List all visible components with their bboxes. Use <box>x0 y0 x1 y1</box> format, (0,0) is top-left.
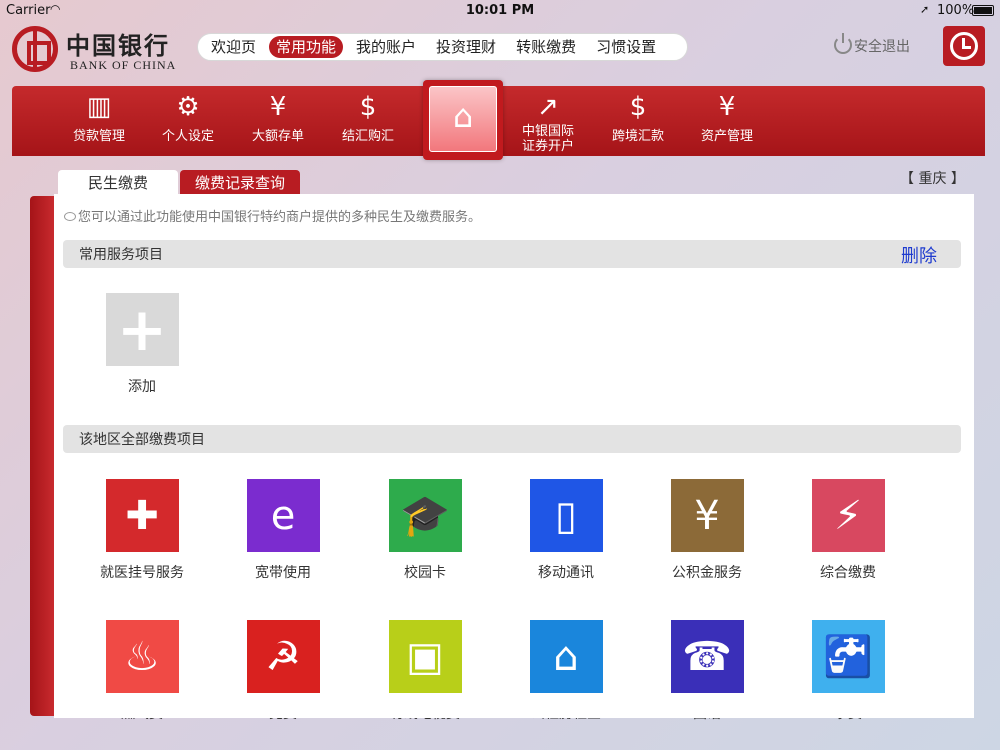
func-large-deposit[interactable]: ¥ 大额存单 <box>238 86 318 156</box>
speech-bubble-icon <box>64 212 76 221</box>
logout-label: 安全退出 <box>854 39 910 55</box>
exchange-icon: $ <box>359 92 377 122</box>
document-yen-icon: ¥ <box>718 92 736 122</box>
nav-common-functions[interactable]: 常用功能 <box>269 36 344 58</box>
selected-highlight: ⌂ <box>429 86 497 152</box>
hammer-sickle-icon: ☭ <box>246 620 320 693</box>
boc-emblem-icon <box>12 26 58 72</box>
top-nav: 欢迎页 常用功能 我的账户 投资理财 转账缴费 习惯设置 <box>197 33 688 61</box>
status-time: 10:01 PM <box>465 3 535 18</box>
tile-label: 宽带使用 <box>255 565 311 581</box>
notice-text: 您可以通过此功能使用中国银行特约商户提供的多种民生及缴费服务。 <box>64 206 481 225</box>
status-bar: Carrier ◠ 10:01 PM ➚ 100% <box>0 0 1000 22</box>
func-living-payment[interactable]: ⌂ <box>423 80 503 160</box>
service-tile-utilities[interactable]: ⚡ 综合缴费 <box>778 479 918 582</box>
loan-icon: ▥ <box>86 92 112 122</box>
func-cross-border-remittance[interactable]: $ 跨境汇款 <box>598 86 678 156</box>
func-label: 个人设定 <box>161 129 214 144</box>
tab-living-payment[interactable]: 民生缴费 <box>58 170 178 196</box>
battery-percent: 100% <box>937 3 975 18</box>
globe-dollar-icon: $ <box>629 92 647 122</box>
water-tap-icon: 🚰 <box>811 620 885 693</box>
func-label: 贷款管理 <box>72 129 125 144</box>
nav-preferences[interactable]: 习惯设置 <box>589 36 663 58</box>
battery-icon <box>972 5 994 16</box>
nav-investment[interactable]: 投资理财 <box>429 36 503 58</box>
service-tile-broadband[interactable]: e 宽带使用 <box>213 479 353 582</box>
service-tile-mobile[interactable]: ▯ 移动通讯 <box>496 479 636 582</box>
all-services-header: 该地区全部缴费项目 <box>63 425 961 453</box>
add-service-tile[interactable]: + 添加 <box>72 293 212 396</box>
flame-icon: ♨ <box>105 620 179 693</box>
notice-label: 您可以通过此功能使用中国银行特约商户提供的多种民生及缴费服务。 <box>78 210 482 225</box>
city-selector[interactable]: 【 重庆 】 <box>900 168 965 188</box>
nav-my-account[interactable]: 我的账户 <box>349 36 423 58</box>
clock-icon <box>950 32 978 60</box>
service-tile-hospital[interactable]: ✚ 就医挂号服务 <box>72 479 212 582</box>
service-tile-housing-fund[interactable]: ¥ 公积金服务 <box>637 479 777 582</box>
plus-icon: + <box>105 293 179 366</box>
public-housing-icon: ⌂ <box>529 620 603 693</box>
hospital-icon: ✚ <box>105 479 179 552</box>
nav-welcome[interactable]: 欢迎页 <box>204 36 263 58</box>
tile-label: 添加 <box>128 379 156 395</box>
tab-payment-records[interactable]: 缴费记录查询 <box>180 170 300 196</box>
func-boci-securities[interactable]: ↗ 中银国际 证券开户 <box>508 86 588 156</box>
func-label: 跨境汇款 <box>611 129 664 144</box>
func-fx-exchange[interactable]: $ 结汇购汇 <box>328 86 408 156</box>
tile-label: 校园卡 <box>404 565 446 581</box>
bank-logo: 中国银行 BANK OF CHINA <box>12 26 182 74</box>
utilities-icon: ⚡ <box>811 479 885 552</box>
telephone-icon: ☎ <box>670 620 744 693</box>
func-label: 中银国际 证券开户 <box>521 124 574 154</box>
delete-button[interactable]: 删除 <box>901 242 937 268</box>
scroll-clip <box>54 702 974 718</box>
section-title: 该地区全部缴费项目 <box>79 432 205 448</box>
tv-icon: ▣ <box>388 620 462 693</box>
tile-label: 就医挂号服务 <box>100 565 184 581</box>
nav-transfer-payment[interactable]: 转账缴费 <box>509 36 583 58</box>
mobile-phone-icon: ▯ <box>529 479 603 552</box>
tile-label: 移动通讯 <box>538 565 594 581</box>
func-label: 资产管理 <box>700 129 753 144</box>
service-tile-campus-card[interactable]: 🎓 校园卡 <box>355 479 495 582</box>
power-icon <box>834 33 852 54</box>
chart-icon: ↗ <box>537 92 559 122</box>
panel-left-strip <box>30 196 54 716</box>
func-loan-management[interactable]: ▥ 贷款管理 <box>59 86 139 156</box>
certificate-icon: ¥ <box>269 92 287 122</box>
tile-label: 公积金服务 <box>672 565 742 581</box>
func-label: 大额存单 <box>251 129 304 144</box>
location-icon: ➚ <box>920 3 930 16</box>
gears-icon: ⚙ <box>176 92 200 122</box>
func-personal-settings[interactable]: ⚙ 个人设定 <box>148 86 228 156</box>
function-bar: ▥ 贷款管理 ⚙ 个人设定 ¥ 大额存单 $ 结汇购汇 ⌂ ↗ 中银国际 证券开… <box>12 80 985 160</box>
tile-label: 综合缴费 <box>820 565 876 581</box>
house-yen-icon: ¥ <box>670 479 744 552</box>
broadband-icon: e <box>246 479 320 552</box>
common-services-header: 常用服务项目 删除 <box>63 240 961 268</box>
logout-button[interactable]: 安全退出 <box>834 33 910 58</box>
graduation-icon: 🎓 <box>388 479 462 552</box>
history-button[interactable] <box>943 26 985 66</box>
brand-name-cn: 中国银行 <box>66 31 170 60</box>
brand-name-en: BANK OF CHINA <box>70 58 177 72</box>
func-label: 结汇购汇 <box>341 129 394 144</box>
func-asset-management[interactable]: ¥ 资产管理 <box>687 86 767 156</box>
section-title: 常用服务项目 <box>79 247 163 263</box>
house-yen-icon: ⌂ <box>452 97 474 135</box>
